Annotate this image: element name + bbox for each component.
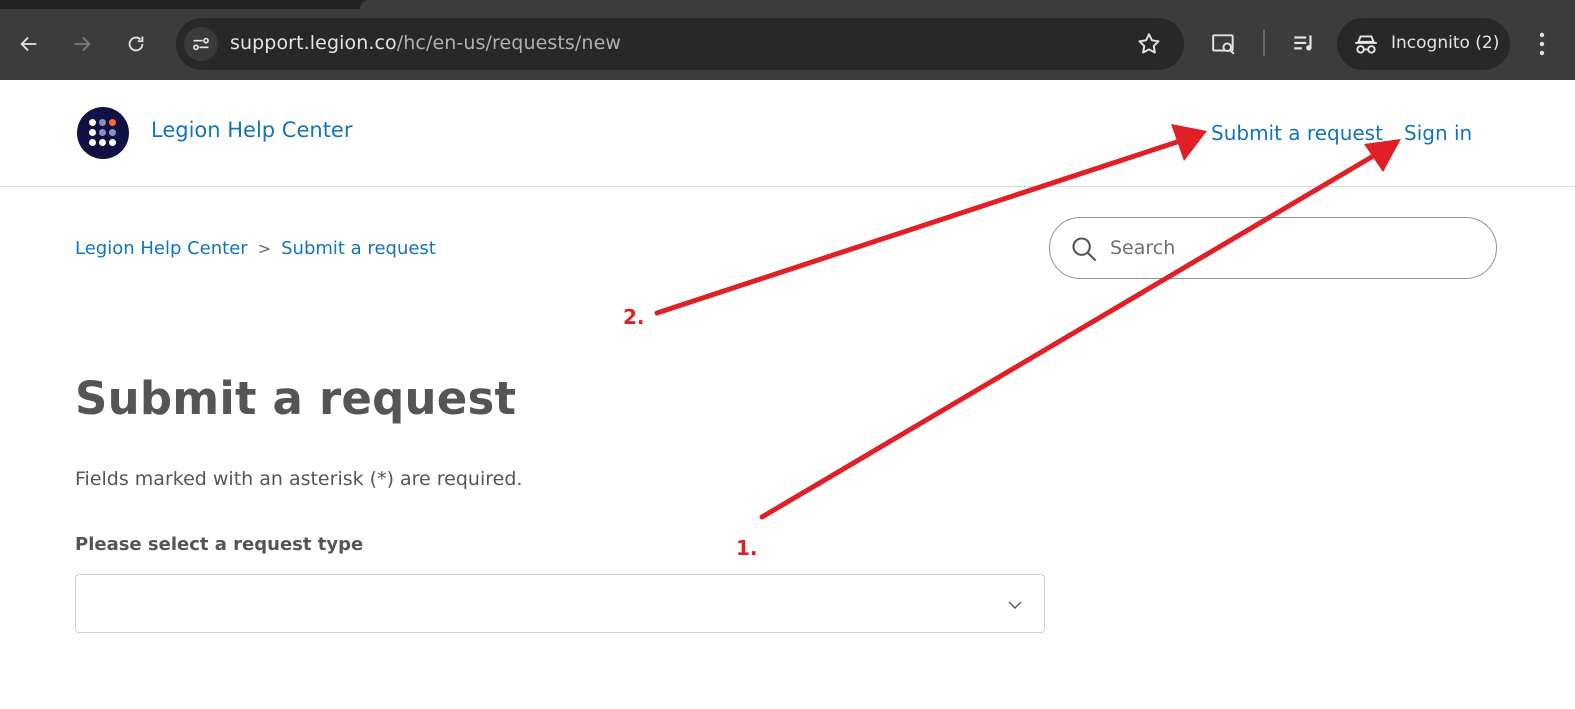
- site-info-button[interactable]: [184, 27, 218, 61]
- search-icon: [1072, 237, 1097, 262]
- active-tab[interactable]: [360, 0, 1575, 9]
- reload-button[interactable]: [117, 25, 155, 63]
- tune-icon: [193, 37, 209, 51]
- request-type-label: Please select a request type: [75, 534, 364, 555]
- submit-request-link[interactable]: Submit a request: [1211, 121, 1383, 145]
- incognito-label: Incognito (2): [1391, 33, 1500, 53]
- breadcrumb-separator: >: [257, 239, 272, 258]
- queue-music-icon: [1294, 35, 1312, 51]
- chevron-down-icon: [1008, 601, 1022, 609]
- request-type-select[interactable]: [75, 574, 1045, 633]
- incognito-icon: [1355, 35, 1377, 54]
- browser-toolbar: support.legion.co/hc/en-us/requests/new …: [0, 0, 1575, 80]
- breadcrumb-home-link[interactable]: Legion Help Center: [75, 238, 248, 259]
- annotation-label-2: 2.: [623, 305, 645, 329]
- media-controls-button[interactable]: [1288, 28, 1320, 60]
- forward-button[interactable]: [63, 25, 101, 63]
- url-host: support.legion.co: [230, 32, 397, 54]
- more-vert-icon: [1539, 32, 1545, 56]
- arrow-1: [759, 139, 1401, 520]
- browser-menu-button[interactable]: [1530, 28, 1554, 60]
- annotation-label-1: 1.: [736, 536, 758, 560]
- breadcrumb-current-link[interactable]: Submit a request: [281, 238, 436, 259]
- page-title: Submit a request: [75, 372, 517, 425]
- lens-search-button[interactable]: [1208, 28, 1240, 60]
- url-path: /hc/en-us/requests/new: [396, 32, 621, 54]
- breadcrumb: Legion Help Center > Submit a request: [75, 238, 436, 259]
- screen-search-icon: [1212, 34, 1235, 55]
- search-input[interactable]: [1110, 231, 1470, 265]
- tab-strip: [0, 0, 1575, 9]
- site-header: Legion Help Center Submit a request Sign…: [0, 80, 1575, 187]
- sign-in-link[interactable]: Sign in: [1404, 121, 1472, 145]
- brand-link[interactable]: Legion Help Center: [151, 118, 352, 142]
- search-box[interactable]: [1049, 217, 1497, 279]
- legion-logo[interactable]: [77, 107, 129, 159]
- forward-arrow-icon: [74, 36, 91, 52]
- incognito-badge[interactable]: Incognito (2): [1337, 18, 1510, 70]
- required-fields-note: Fields marked with an asterisk (*) are r…: [75, 468, 523, 490]
- back-arrow-icon: [20, 36, 37, 52]
- reload-icon: [128, 36, 144, 52]
- toolbar-separator: [1263, 30, 1265, 56]
- address-bar[interactable]: support.legion.co/hc/en-us/requests/new: [176, 18, 1184, 70]
- bookmark-star-icon[interactable]: [1136, 31, 1162, 57]
- back-button[interactable]: [10, 25, 48, 63]
- url-text[interactable]: support.legion.co/hc/en-us/requests/new: [230, 32, 621, 54]
